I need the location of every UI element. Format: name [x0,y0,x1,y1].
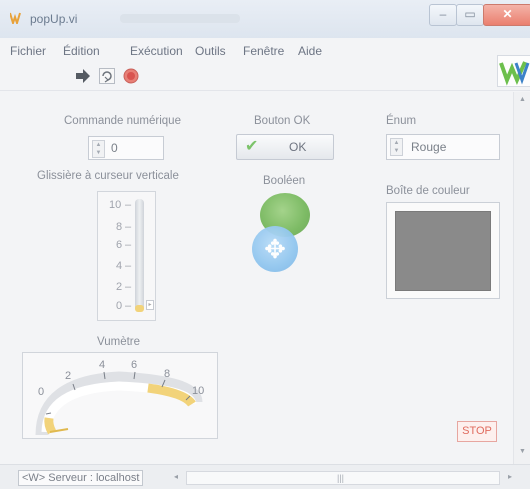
slider-tick: 6 [116,239,123,251]
slider-tick-mark: – [125,281,132,293]
slider-tick-mark: – [125,260,132,272]
slider-tick-mark: – [125,221,132,233]
menu-outils[interactable]: Outils [195,44,226,58]
slider-tick: 4 [116,260,123,272]
window-title: popUp.vi [30,12,78,26]
slider-increment-button[interactable]: ▸ [146,300,154,310]
meter-tick: 6 [131,359,137,371]
slider-tick: 10 [109,199,122,211]
menu-bar: Fichier Édition Exécution Outils Fenêtre… [0,38,530,60]
abort-icon[interactable] [123,68,139,84]
stop-button[interactable]: STOP [457,421,497,442]
close-icon: ✕ [502,7,513,21]
numeric-control-label: Commande numérique [64,115,181,127]
slider-tick-mark: – [125,300,132,312]
labview-app-icon [10,12,21,24]
slider-tick-mark: – [125,239,132,251]
numeric-control[interactable]: ▲ ▼ 0 [88,136,164,160]
title-bar: popUp.vi – ▭ ✕ [0,0,530,38]
meter-label: Vumètre [97,336,141,348]
ok-button-caption: OK [289,140,307,154]
vertical-scrollbar[interactable]: ▲ ▼ [513,92,530,464]
horizontal-scrollbar[interactable]: ||| [186,471,500,485]
scroll-down-icon[interactable]: ▼ [514,448,530,455]
meter-tick: 8 [164,368,170,380]
menu-aide[interactable]: Aide [298,44,322,58]
spin-up-icon[interactable]: ▲ [93,141,104,149]
run-arrow-icon[interactable] [75,68,91,84]
color-box-swatch[interactable] [395,211,491,291]
scroll-left-icon[interactable]: ◂ [170,470,182,484]
meter-tick: 2 [65,370,71,382]
enum-value[interactable]: Rouge [411,140,446,154]
menu-fenetre[interactable]: Fenêtre [243,44,284,58]
slider-track[interactable] [135,199,144,312]
ok-button-label: Bouton OK [254,115,311,127]
slider-fill [135,305,144,312]
meter-tick: 10 [192,385,204,397]
meter-tick: 0 [38,386,44,398]
stop-button-label: STOP [462,425,492,437]
enum-label: Énum [386,115,417,127]
ok-button[interactable]: ✔ OK [236,134,334,160]
boolean-label: Booléen [263,175,306,187]
vi-logo-icon [499,61,530,86]
minimize-icon: – [439,7,447,21]
maximize-button[interactable]: ▭ [456,4,484,26]
slider-tick: 0 [116,300,123,312]
spin-down-icon[interactable]: ▼ [391,147,402,155]
color-box-frame [386,202,500,299]
numeric-value[interactable]: 0 [111,141,118,155]
application-instance-indicator[interactable]: <W> Serveur : localhost [18,470,144,486]
scroll-right-icon[interactable]: ▸ [504,470,516,484]
checkmark-icon: ✔ [245,138,259,155]
color-box-label: Boîte de couleur [386,185,470,197]
slider-tick-mark: – [125,199,132,211]
slider-label: Glissière à curseur verticale [37,170,179,182]
menu-execution[interactable]: Exécution [130,44,183,58]
menu-fichier[interactable]: Fichier [10,44,46,58]
numeric-spinner[interactable]: ▲ ▼ [92,140,105,158]
enum-spinner[interactable]: ▲ ▼ [390,138,403,156]
run-continuously-icon[interactable] [99,68,115,84]
spin-up-icon[interactable]: ▲ [391,139,402,147]
move-cursor-icon: ✥ [252,226,298,272]
minimize-button[interactable]: – [429,4,457,26]
maximize-icon: ▭ [464,7,476,21]
menu-edition[interactable]: Édition [63,44,100,58]
close-button[interactable]: ✕ [483,4,530,26]
spin-down-icon[interactable]: ▼ [93,149,104,157]
scroll-up-icon[interactable]: ▲ [514,96,530,103]
slider-tick: 2 [116,281,123,293]
enum-control[interactable]: ▲ ▼ Rouge [386,134,500,160]
slider-tick: 8 [116,221,123,233]
scroll-grip-icon[interactable]: ||| [337,472,344,484]
four-way-arrow-icon: ✥ [264,234,286,264]
status-bar: <W> Serveur : localhost ◂ ||| ▸ [0,464,530,489]
meter-dial[interactable]: 0 2 4 6 8 10 [22,352,216,437]
meter-tick: 4 [99,359,105,371]
labview-window: popUp.vi – ▭ ✕ Fichier Édition Exécution… [0,0,530,489]
toolbar [0,60,530,91]
title-bar-blur [120,14,240,23]
vi-connector-logo [497,55,530,87]
